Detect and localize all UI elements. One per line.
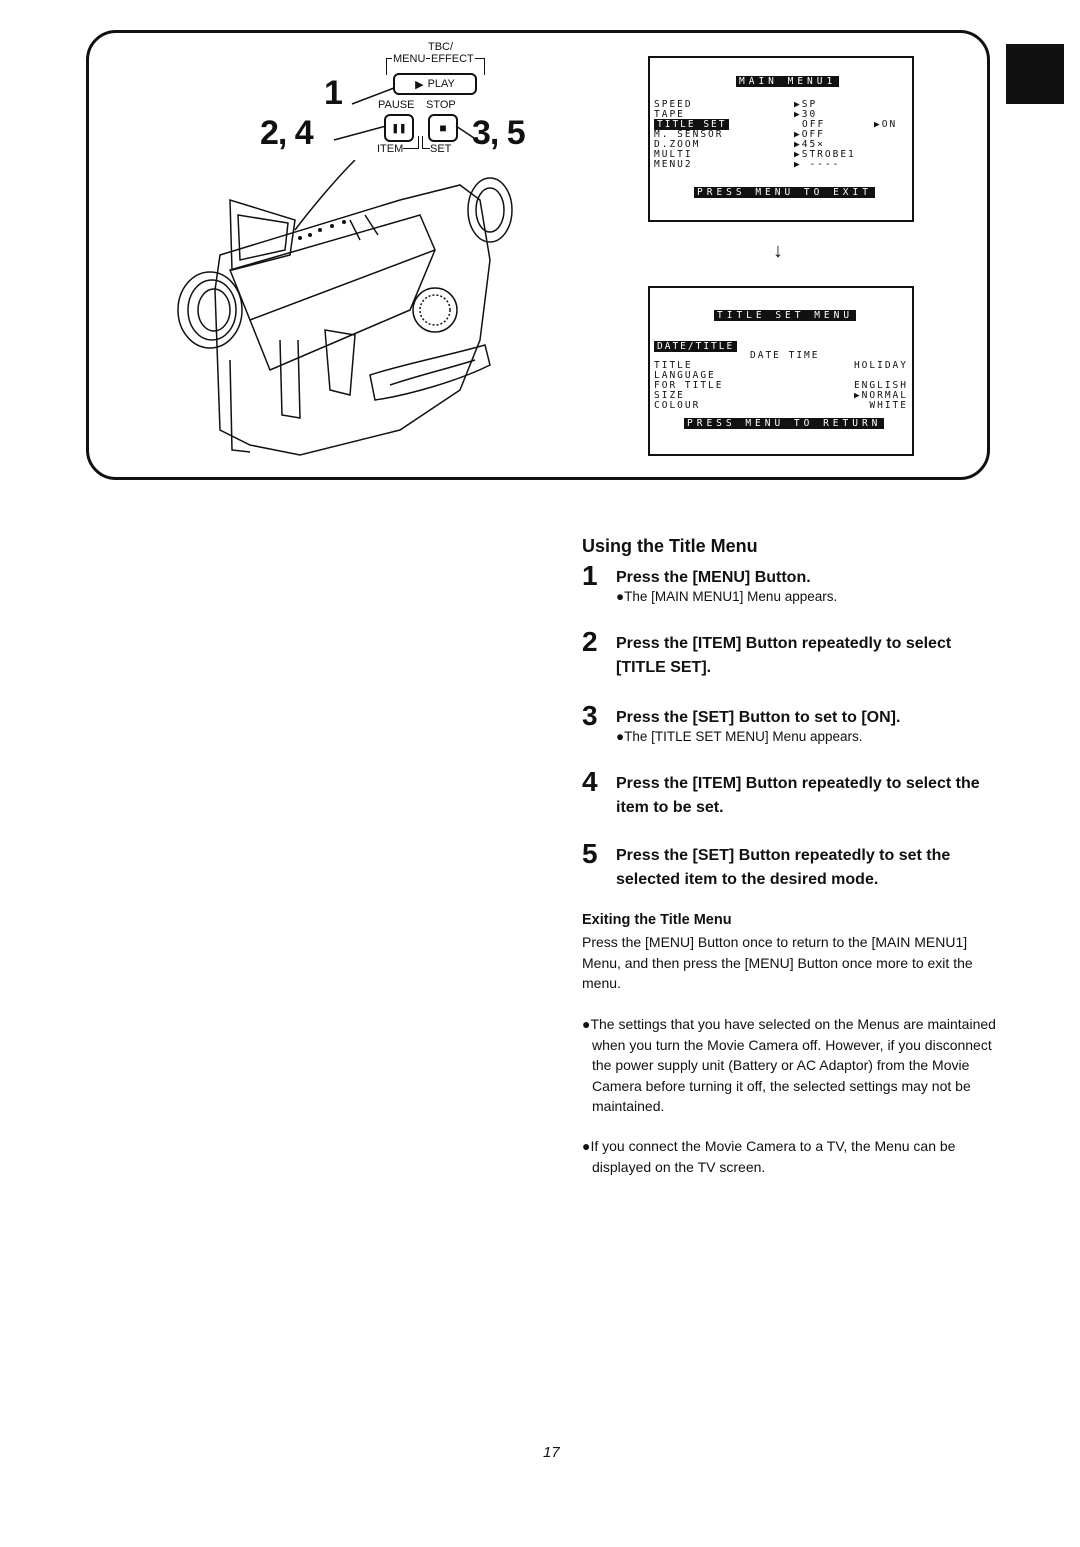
item-label: ITEM (377, 143, 404, 155)
step-heading: Press the [SET] Button repeatedly to set… (616, 847, 951, 888)
section-tab-marker (1006, 44, 1064, 104)
page-number: 17 (543, 1444, 560, 1461)
stop-label: STOP (426, 99, 456, 111)
play-icon: ▶ (415, 78, 424, 91)
callout-2-4: 2, 4 (260, 114, 314, 152)
play-label: PLAY (427, 78, 455, 90)
step-heading: Press the [MENU] Button. (616, 569, 811, 586)
callout-line-3-5 (455, 125, 475, 139)
step-note: ●The [TITLE SET MENU] Menu appears. (616, 729, 863, 744)
pause-label: PAUSE (378, 99, 415, 111)
title-set-menu-screen: TITLE SET MENU DATE/TITLE DATE TIME TITL… (648, 286, 914, 456)
callout-3-5: 3, 5 (472, 114, 526, 152)
menu-row-menu2: MENU2 ▶ ---- (654, 159, 841, 170)
main-menu-footer: PRESS MENU TO EXIT (694, 187, 875, 198)
title-set-menu-footer: PRESS MENU TO RETURN (684, 418, 885, 429)
step-note: ●The [MAIN MENU1] Menu appears. (616, 589, 838, 604)
pause-icon: ❚❚ (391, 122, 407, 133)
note-tv-display: ●If you connect the Movie Camera to a TV… (582, 1138, 956, 1175)
step-heading: Press the [ITEM] Button repeatedly to se… (616, 775, 980, 816)
stop-icon: ■ (439, 121, 447, 135)
play-menu-button[interactable]: ▶ PLAY (393, 73, 477, 95)
main-menu-title: MAIN MENU1 (736, 76, 840, 87)
callout-line-2-4 (333, 125, 387, 141)
menu-label: MENU (392, 53, 427, 65)
tbc-label: TBC/ (428, 41, 454, 53)
button-diagram: TBC/ MENU EFFECT ▶ PLAY 1 PAUSE STOP ❚❚ … (250, 40, 550, 170)
down-arrow-icon: ↓ (773, 240, 783, 262)
title-set-menu-title: TITLE SET MENU (714, 310, 857, 321)
note-settings-maintained: ●The settings that you have selected on … (582, 1016, 996, 1114)
step-heading: Press the [SET] Button to set to [ON]. (616, 709, 901, 726)
camcorder-illustration (177, 160, 513, 456)
section-title: Using the Title Menu (582, 536, 758, 556)
effect-label: EFFECT (430, 53, 475, 65)
colour-row: COLOUR WHITE (654, 400, 908, 411)
exiting-title: Exiting the Title Menu (582, 912, 732, 928)
set-label: SET (430, 143, 452, 155)
exiting-text: Press the [MENU] Button once to return t… (582, 934, 973, 991)
callout-1: 1 (324, 74, 343, 112)
main-menu-screen: MAIN MENU1 SPEED ▶SP TAPE ▶30 TITLE SET OFF… (648, 56, 914, 222)
step-heading: Press the [ITEM] Button repeatedly to se… (616, 635, 952, 676)
